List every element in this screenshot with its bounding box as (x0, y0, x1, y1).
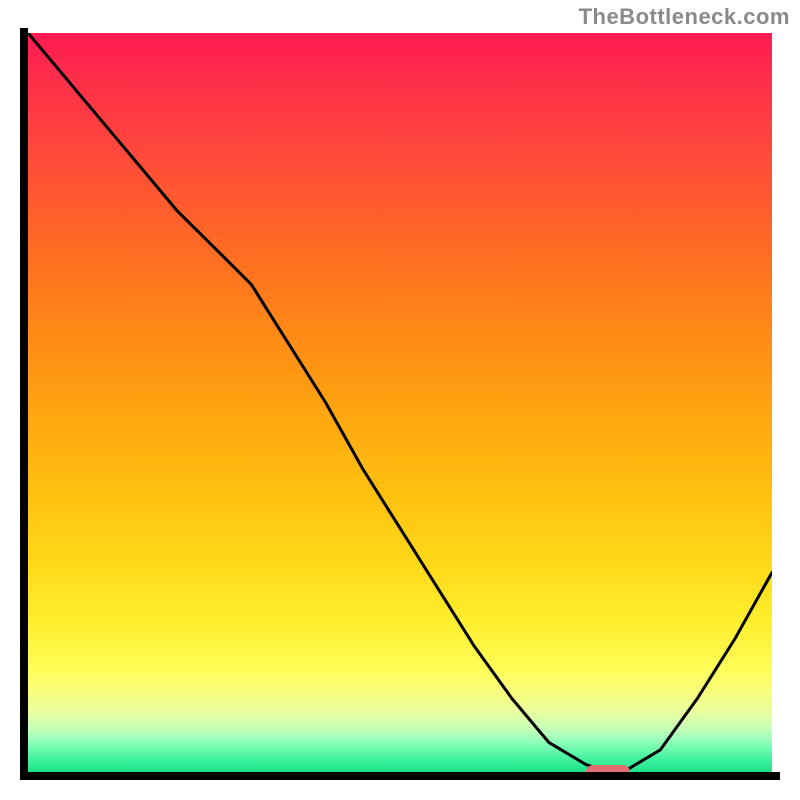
chart-stage: TheBottleneck.com (0, 0, 800, 800)
attribution-label: TheBottleneck.com (579, 4, 790, 30)
bottleneck-curve (28, 33, 772, 772)
x-axis-frame (20, 772, 780, 780)
plot-area (28, 33, 772, 772)
y-axis-frame (20, 28, 28, 780)
